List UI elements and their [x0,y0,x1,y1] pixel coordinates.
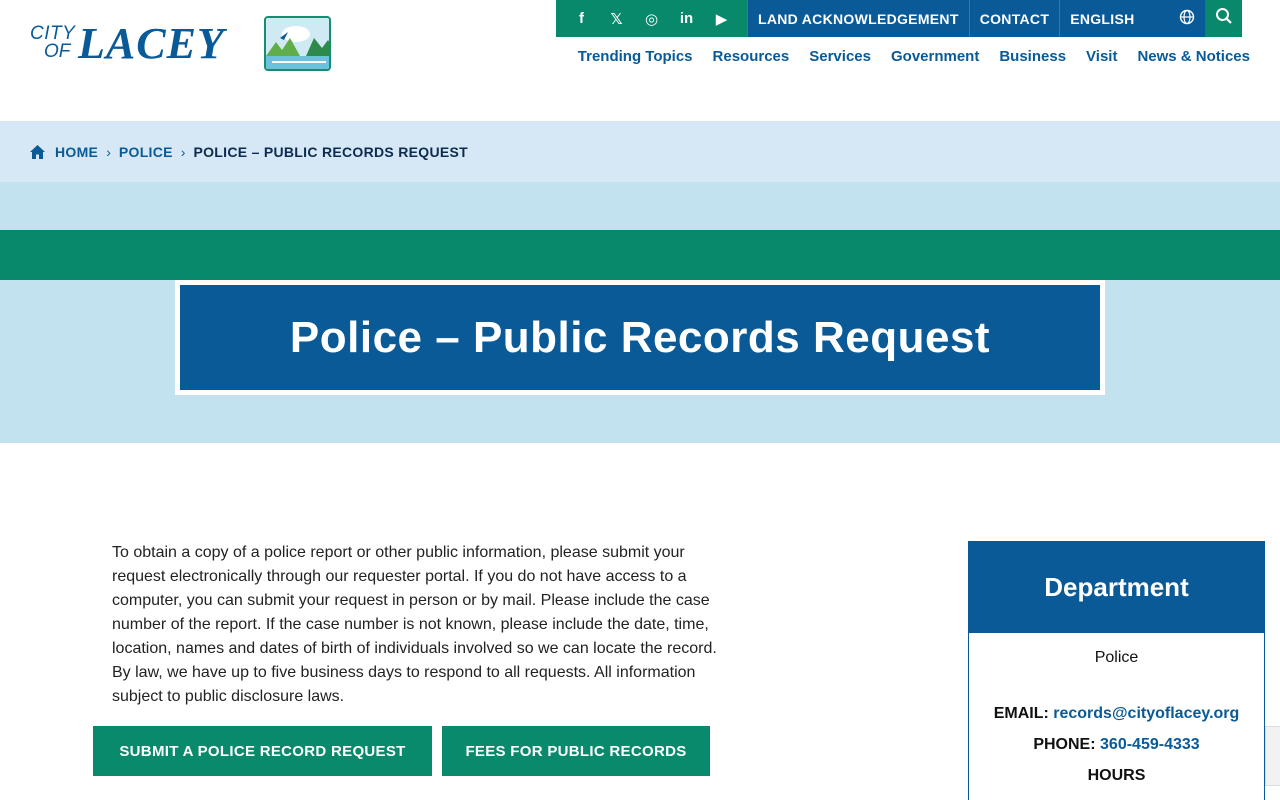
language-label: ENGLISH [1070,10,1135,27]
home-icon [30,144,45,159]
social-links: f 𝕏 ◎ in ▶ [556,0,747,37]
page-hero: Police – Public Records Request [0,182,1280,443]
chevron-right-icon: › [180,143,186,160]
city-logo[interactable]: CITY OF LACEY [30,16,332,72]
nav-visit[interactable]: Visit [1086,48,1117,65]
email-row: EMAIL: records@cityoflacey.org [969,705,1264,723]
intro-paragraph: To obtain a copy of a police report or o… [112,544,717,705]
language-selector[interactable]: ENGLISH [1059,0,1206,37]
logo-lacey-text: LACEY [78,19,225,68]
hours-heading: HOURS [1087,767,1146,784]
logo-badge-icon [264,16,331,71]
search-icon [1215,7,1233,30]
linkedin-icon[interactable]: in [669,0,704,37]
nav-government[interactable]: Government [891,48,979,65]
utility-bar: f 𝕏 ◎ in ▶ LAND ACKNOWLEDGEMENT CONTACT … [556,0,1243,37]
contact-link[interactable]: CONTACT [968,0,1060,37]
submit-record-request-button[interactable]: SUBMIT A POLICE RECORD REQUEST [93,726,432,776]
nav-resources[interactable]: Resources [713,48,790,65]
phone-label: PHONE: [1033,736,1096,753]
chevron-right-icon: › [106,143,111,160]
phone-link[interactable]: 360-459-4333 [1100,736,1200,753]
email-label: EMAIL: [993,705,1049,722]
hero-band [0,230,1280,280]
phone-row: PHONE: 360-459-4333 [969,736,1264,754]
breadcrumb-home-label: HOME [55,143,99,160]
recaptcha-badge[interactable] [1265,726,1280,786]
breadcrumb-home[interactable]: HOME [30,144,98,160]
breadcrumb-current: POLICE – PUBLIC RECORDS REQUEST [193,143,469,160]
globe-icon [1179,9,1195,28]
youtube-icon[interactable]: ▶ [704,0,739,37]
department-card: Department Police EMAIL: records@cityofl… [968,541,1265,800]
hero-title-panel: Police – Public Records Request [180,285,1100,390]
page-title: Police – Public Records Request [289,312,991,362]
land-acknowledgement-link[interactable]: LAND ACKNOWLEDGEMENT [747,0,969,37]
hero-title-box: Police – Public Records Request [175,280,1105,395]
department-name: Police [1094,649,1139,666]
nav-news-notices[interactable]: News & Notices [1137,48,1250,65]
instagram-icon[interactable]: ◎ [634,0,669,37]
breadcrumb-police[interactable]: POLICE [119,144,173,160]
nav-trending-topics[interactable]: Trending Topics [578,48,693,65]
department-card-title: Department [1044,572,1189,602]
email-link[interactable]: records@cityoflacey.org [1053,705,1239,722]
fees-public-records-button[interactable]: FEES FOR PUBLIC RECORDS [442,726,710,776]
facebook-icon[interactable]: f [564,0,599,37]
breadcrumb: HOME › POLICE › POLICE – PUBLIC RECORDS … [0,121,1280,182]
logo-of-text: OF [44,41,71,62]
site-header: CITY OF LACEY f 𝕏 ◎ in ▶ LAND ACKNOWLEDG… [0,0,1280,121]
nav-services[interactable]: Services [809,48,871,65]
department-card-header: Department [969,542,1264,633]
nav-business[interactable]: Business [999,48,1066,65]
x-twitter-icon[interactable]: 𝕏 [599,0,634,37]
logo-wordmark: CITY OF LACEY [30,16,256,72]
main-navigation: Trending Topics Resources Services Gover… [578,48,1250,65]
search-button[interactable] [1205,0,1243,37]
